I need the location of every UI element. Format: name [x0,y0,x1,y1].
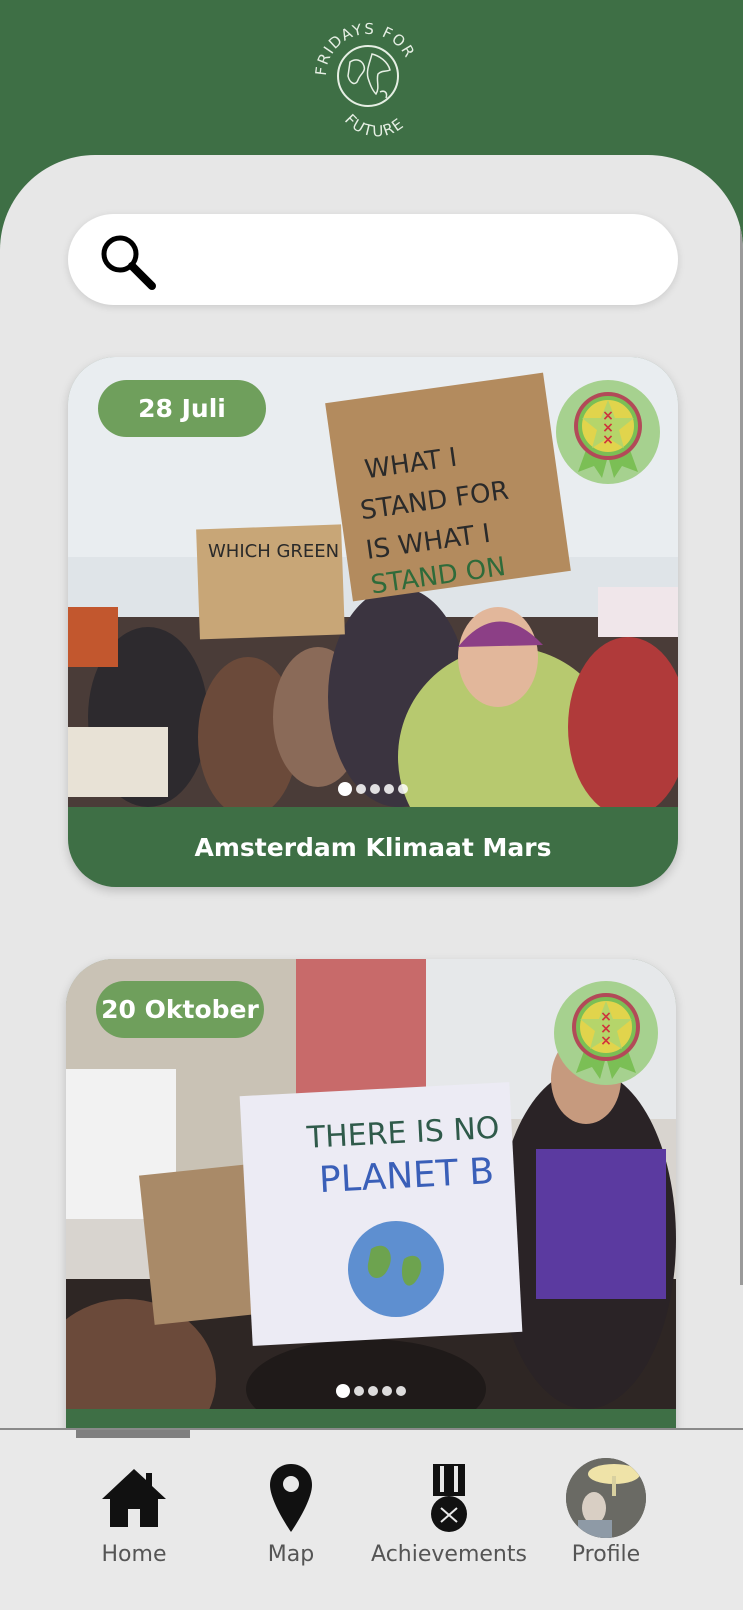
event-card[interactable]: THERE IS NO PLANET B 20 Oktober × × × [66,959,676,1445]
carousel-dots[interactable] [68,782,678,796]
map-pin-icon [270,1464,312,1532]
avatar [566,1458,646,1538]
carousel-dot[interactable] [368,1386,378,1396]
carousel-dot[interactable] [396,1386,406,1396]
nav-item-home[interactable]: Home [54,1458,214,1588]
nav-label: Achievements [371,1542,527,1567]
amsterdam-award-icon[interactable]: × × × [554,981,658,1085]
svg-text:×: × [602,432,614,448]
nav-label: Map [267,1542,315,1567]
carousel-dot[interactable] [338,782,352,796]
event-card[interactable]: WHAT I STAND FOR IS WHAT I STAND ON WHIC… [68,357,678,887]
bottom-navigation: Home Map Achievements Profile [0,1428,743,1610]
search-bar[interactable] [68,214,678,305]
nav-item-profile[interactable]: Profile [526,1458,686,1588]
nav-item-map[interactable]: Map [211,1458,371,1588]
fridays-for-future-logo: FRIDAYS FOR FUTURE [312,20,419,138]
svg-text:×: × [600,1033,612,1049]
nav-item-achievements[interactable]: Achievements [369,1458,529,1588]
amsterdam-award-icon[interactable]: × × × [556,380,660,484]
svg-text:FRIDAYS FOR: FRIDAYS FOR [312,20,419,77]
main-content[interactable]: WHAT I STAND FOR IS WHAT I STAND ON WHIC… [0,155,743,1445]
carousel-dot[interactable] [398,784,408,794]
nav-label: Profile [571,1542,641,1567]
event-title: Amsterdam Klimaat Mars [194,832,552,862]
carousel-dot[interactable] [356,784,366,794]
svg-text:FUTURE: FUTURE [341,111,408,138]
search-icon [101,235,156,290]
logo-text-bottom: FUTURE [341,111,406,138]
event-date-badge: 28 Juli [98,380,266,437]
carousel-dot[interactable] [354,1386,364,1396]
home-icon [102,1469,166,1527]
carousel-dot[interactable] [384,784,394,794]
active-tab-indicator [76,1430,190,1438]
carousel-dot[interactable] [382,1386,392,1396]
carousel-dot[interactable] [370,784,380,794]
svg-text:WHICH GREEN: WHICH GREEN [208,541,339,562]
event-date-badge: 20 Oktober [96,981,264,1038]
nav-label: Home [101,1542,167,1567]
carousel-dots[interactable] [66,1384,676,1398]
carousel-dot[interactable] [336,1384,350,1398]
logo-text-top: FRIDAYS FOR [312,20,418,77]
app-header: FRIDAYS FOR FUTURE [0,0,743,175]
medal-icon [431,1464,467,1532]
